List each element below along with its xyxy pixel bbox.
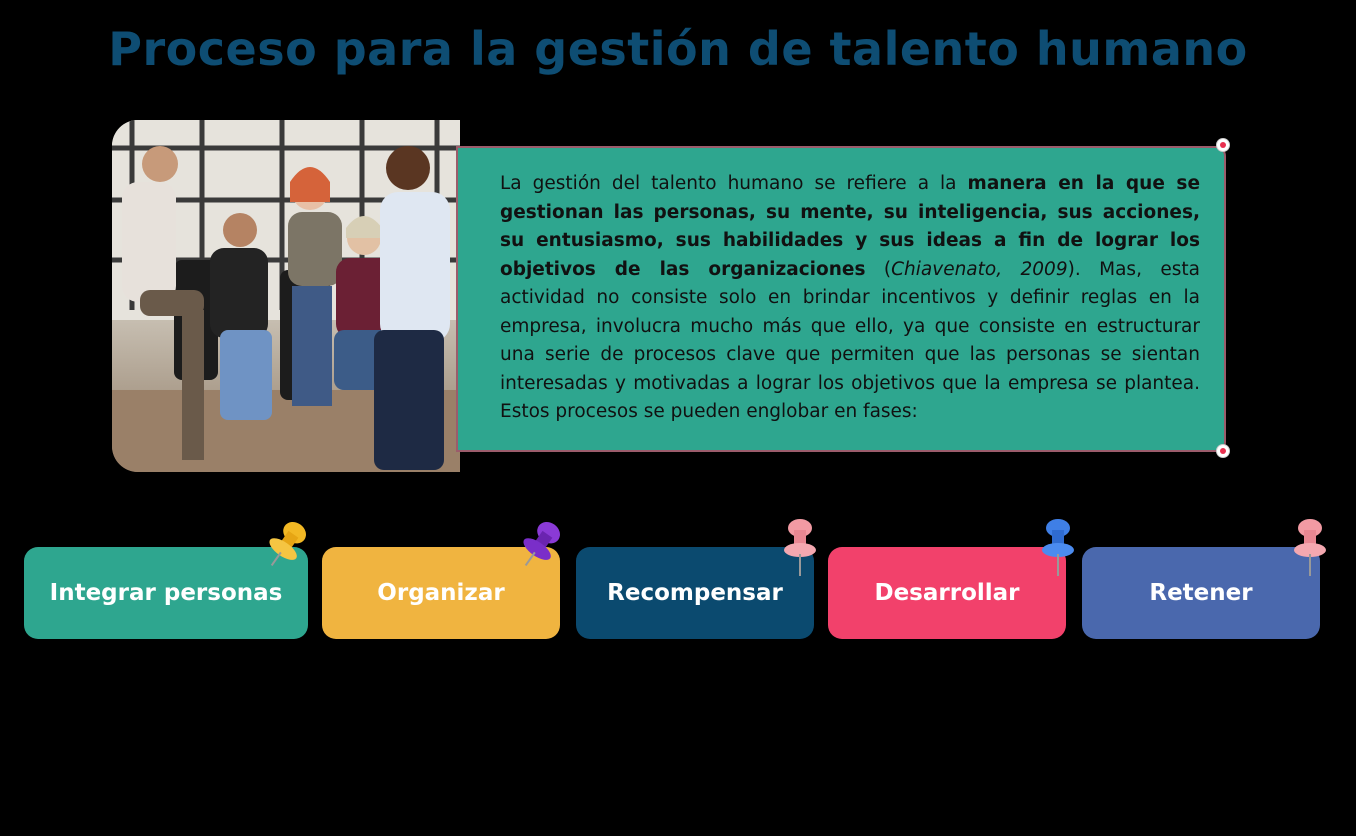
team-photo bbox=[112, 120, 460, 472]
page-title: Proceso para la gestión de talento human… bbox=[108, 22, 1248, 76]
decorative-dot-top bbox=[1216, 138, 1230, 152]
decorative-dot-bottom bbox=[1216, 444, 1230, 458]
description-part-3: ). Mas, esta actividad no consiste solo … bbox=[500, 258, 1200, 423]
citation: Chiavenato, 2009 bbox=[891, 258, 1068, 280]
description-part-2: ( bbox=[865, 258, 892, 280]
pushpin-icon bbox=[1042, 519, 1074, 576]
description-text: La gestión del talento humano se refiere… bbox=[500, 170, 1200, 427]
phase-label: Integrar personas bbox=[49, 580, 283, 606]
phase-retener: Retener bbox=[1082, 547, 1320, 639]
phase-label: Desarrollar bbox=[874, 580, 1020, 606]
pushpin-icon bbox=[784, 519, 816, 576]
description-box: La gestión del talento humano se refiere… bbox=[456, 146, 1226, 452]
description-part-1: La gestión del talento humano se refiere… bbox=[500, 173, 968, 194]
pushpin-icon bbox=[1294, 519, 1326, 576]
phase-label: Recompensar bbox=[607, 580, 783, 606]
phase-label: Retener bbox=[1149, 580, 1253, 606]
pushpin-icon bbox=[523, 522, 560, 567]
pushpin-icon bbox=[269, 522, 306, 567]
phase-label: Organizar bbox=[377, 580, 505, 606]
phase-desarrollar: Desarrollar bbox=[828, 547, 1066, 639]
